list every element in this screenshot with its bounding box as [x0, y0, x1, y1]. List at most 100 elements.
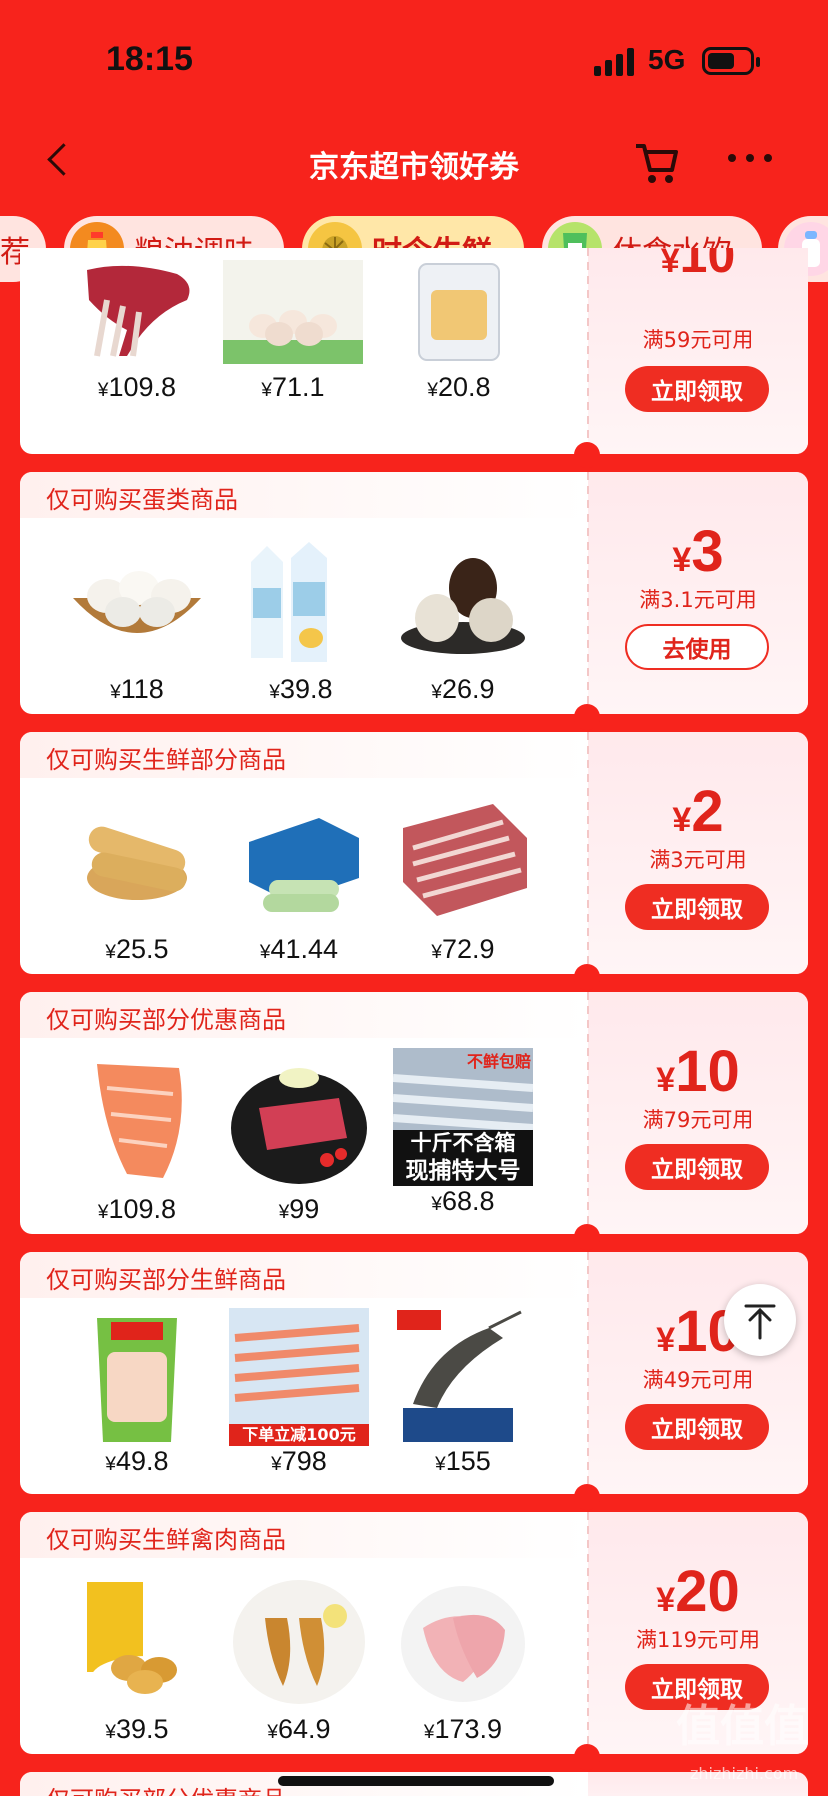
card-notch — [574, 1224, 600, 1250]
card-header: 仅可购买部分生鲜商品 — [20, 1252, 588, 1298]
product-price: ¥20.8 — [427, 372, 491, 402]
coupon-amount: ¥3 — [672, 519, 724, 584]
coupon-condition: 满79元可用 — [642, 1108, 754, 1132]
product-price: ¥64.9 — [267, 1714, 331, 1744]
battery-icon — [702, 47, 760, 75]
coupon-condition: 满119元可用 — [635, 1628, 761, 1652]
product-price: ¥68.8 — [431, 1186, 495, 1216]
cart-icon[interactable] — [632, 138, 682, 188]
coupon-amount: ¥10 — [660, 248, 736, 283]
chicken-fillet-image — [229, 1578, 369, 1706]
fish-box-image: 不鲜包赔 十斤不含箱 现捕特大号 — [393, 1048, 533, 1186]
coupon-amount: ¥2 — [672, 779, 724, 844]
coupon-card: 仅可购买部分生鲜商品 ¥49.8 下单立减100元 ¥798 ¥155 ¥10 … — [20, 1252, 808, 1494]
corn-image — [67, 798, 207, 926]
product-item[interactable]: ¥20.8 — [384, 260, 534, 403]
product-item[interactable]: ¥173.9 — [388, 1578, 538, 1745]
coupon-card: 仅可购买生鲜部分商品 ¥25.5 ¥41.44 ¥72.9 ¥2 满3元可用 立… — [20, 732, 808, 974]
product-price: ¥173.9 — [423, 1714, 503, 1744]
network-label: 5G — [648, 44, 686, 75]
use-button[interactable]: 去使用 — [625, 624, 769, 670]
tuna-image — [229, 1058, 369, 1186]
snack-box-image — [389, 260, 529, 364]
card-restriction: 仅可购买蛋类商品 — [46, 486, 238, 514]
product-item[interactable]: ¥26.9 — [388, 538, 538, 705]
product-item[interactable]: ¥118 — [62, 538, 212, 705]
product-price: ¥26.9 — [431, 674, 495, 704]
product-item[interactable]: ¥39.5 — [62, 1578, 212, 1745]
claim-button[interactable]: 立即领取 — [625, 1404, 769, 1450]
coupon-condition: 满3元可用 — [649, 848, 747, 872]
product-overlay-top: 不鲜包赔 — [466, 1052, 531, 1071]
coupon-card: ¥109.8 ¥71.1 ¥20.8 ¥10 满59元可用 立即领取 — [20, 248, 808, 454]
product-item[interactable]: ¥109.8 — [62, 1058, 212, 1225]
product-item[interactable]: ¥49.8 — [62, 1308, 212, 1477]
product-overlay-bottom: 下单立减100元 — [229, 1424, 369, 1446]
shrimp-box-image: 下单立减100元 — [229, 1308, 369, 1446]
status-bar: 18:15 5G — [0, 0, 828, 120]
chicken-breast-image — [393, 1578, 533, 1706]
product-price: ¥39.8 — [269, 674, 333, 704]
product-item[interactable]: ¥39.8 — [226, 538, 376, 705]
product-price: ¥155 — [435, 1446, 491, 1476]
card-restriction: 仅可购买生鲜部分商品 — [46, 746, 286, 774]
coupon-amount: ¥10 — [656, 1039, 740, 1104]
product-price: ¥118 — [110, 674, 164, 704]
product-item[interactable]: ¥25.5 — [62, 798, 212, 965]
cucumber-image — [229, 798, 369, 926]
product-item[interactable]: ¥41.44 — [224, 798, 374, 965]
card-header: 仅可购买生鲜禽肉商品 — [20, 1512, 588, 1558]
product-item[interactable]: 不鲜包赔 十斤不含箱 现捕特大号 ¥68.8 — [388, 1048, 538, 1217]
sausage-image — [67, 1308, 207, 1446]
product-price: ¥39.5 — [105, 1714, 169, 1744]
product-price: ¥109.8 — [97, 372, 177, 402]
coupon-condition: 满59元可用 — [642, 328, 754, 352]
coupon-card: 仅可购买蛋类商品 ¥118 ¥39.8 ¥26.9 ¥3 满3.1元可用 去使用 — [20, 472, 808, 714]
product-overlay-mid: 十斤不含箱 — [393, 1130, 533, 1156]
product-item[interactable]: ¥71.1 — [218, 260, 368, 403]
chicken-nuggets-image — [67, 1578, 207, 1706]
card-notch — [574, 442, 600, 468]
more-icon[interactable] — [726, 150, 776, 170]
pork-belly-image — [393, 798, 533, 926]
card-restriction: 仅可购买部分优惠商品 — [46, 1006, 286, 1034]
product-overlay-bottom: 现捕特大号 — [393, 1156, 533, 1186]
product-price: ¥41.44 — [259, 934, 339, 964]
back-to-top-button[interactable] — [724, 1284, 796, 1356]
home-indicator[interactable] — [278, 1776, 554, 1786]
watermark-url: zhizhizhi.com — [690, 1764, 799, 1783]
product-price: ¥109.8 — [97, 1194, 177, 1224]
card-notch — [574, 1744, 600, 1770]
card-header: 仅可购买部分优惠商品 — [20, 992, 588, 1038]
product-item[interactable]: ¥155 — [388, 1308, 538, 1477]
card-header: 仅可购买蛋类商品 — [20, 472, 588, 518]
status-time: 18:15 — [106, 40, 193, 78]
prawn-image — [393, 1308, 533, 1446]
product-price: ¥49.8 — [105, 1446, 169, 1476]
claim-button[interactable]: 立即领取 — [625, 1144, 769, 1190]
claim-button[interactable]: 立即领取 — [625, 884, 769, 930]
product-price: ¥72.9 — [431, 934, 495, 964]
product-price: ¥71.1 — [261, 372, 325, 402]
lamb-rack-image — [67, 260, 207, 364]
signal-icon — [594, 48, 636, 76]
product-price: ¥99 — [278, 1194, 320, 1224]
product-item[interactable]: 下单立减100元 ¥798 — [224, 1308, 374, 1477]
salmon-image — [67, 1058, 207, 1186]
eggs-basket-image — [67, 538, 207, 666]
card-notch — [574, 964, 600, 990]
product-item[interactable]: ¥64.9 — [224, 1578, 374, 1745]
claim-button[interactable]: 立即领取 — [625, 366, 769, 412]
product-item[interactable]: ¥99 — [224, 1058, 374, 1225]
product-price: ¥798 — [271, 1446, 327, 1476]
product-item[interactable]: ¥72.9 — [388, 798, 538, 965]
coupon-card: 仅可购买部分优惠商品 ¥109.8 ¥99 不鲜包赔 十斤不含箱 现捕特大号 ¥… — [20, 992, 808, 1234]
product-item[interactable]: ¥109.8 — [62, 260, 212, 403]
coupon-condition: 满49元可用 — [642, 1368, 754, 1392]
card-header: 仅可购买生鲜部分商品 — [20, 732, 588, 778]
egg-liquid-image — [231, 538, 371, 666]
arrow-up-icon — [744, 1304, 776, 1340]
nav-bar: 京东超市领好券 — [0, 120, 828, 200]
page-title: 京东超市领好券 — [309, 150, 519, 185]
card-notch — [574, 1484, 600, 1510]
